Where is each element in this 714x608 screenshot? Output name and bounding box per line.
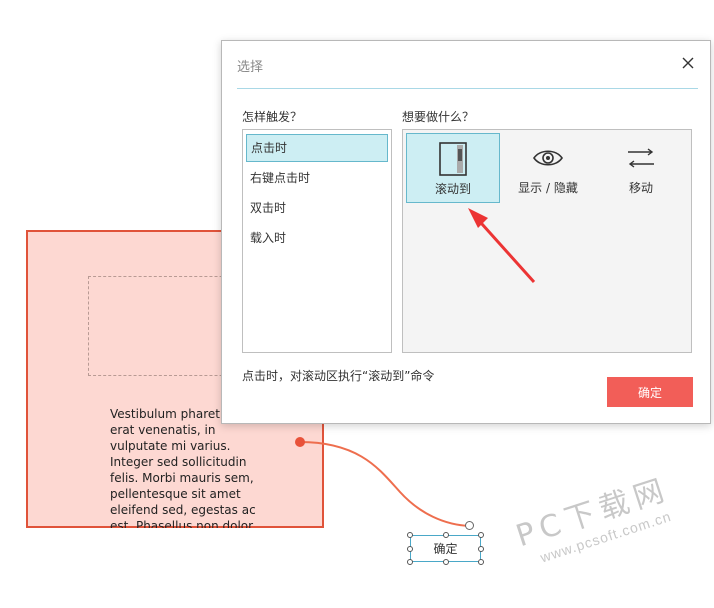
annotation-arrow-icon (468, 208, 536, 284)
editor-canvas[interactable]: Vestibulum pharetra ut erat venenatis, i… (0, 0, 714, 579)
